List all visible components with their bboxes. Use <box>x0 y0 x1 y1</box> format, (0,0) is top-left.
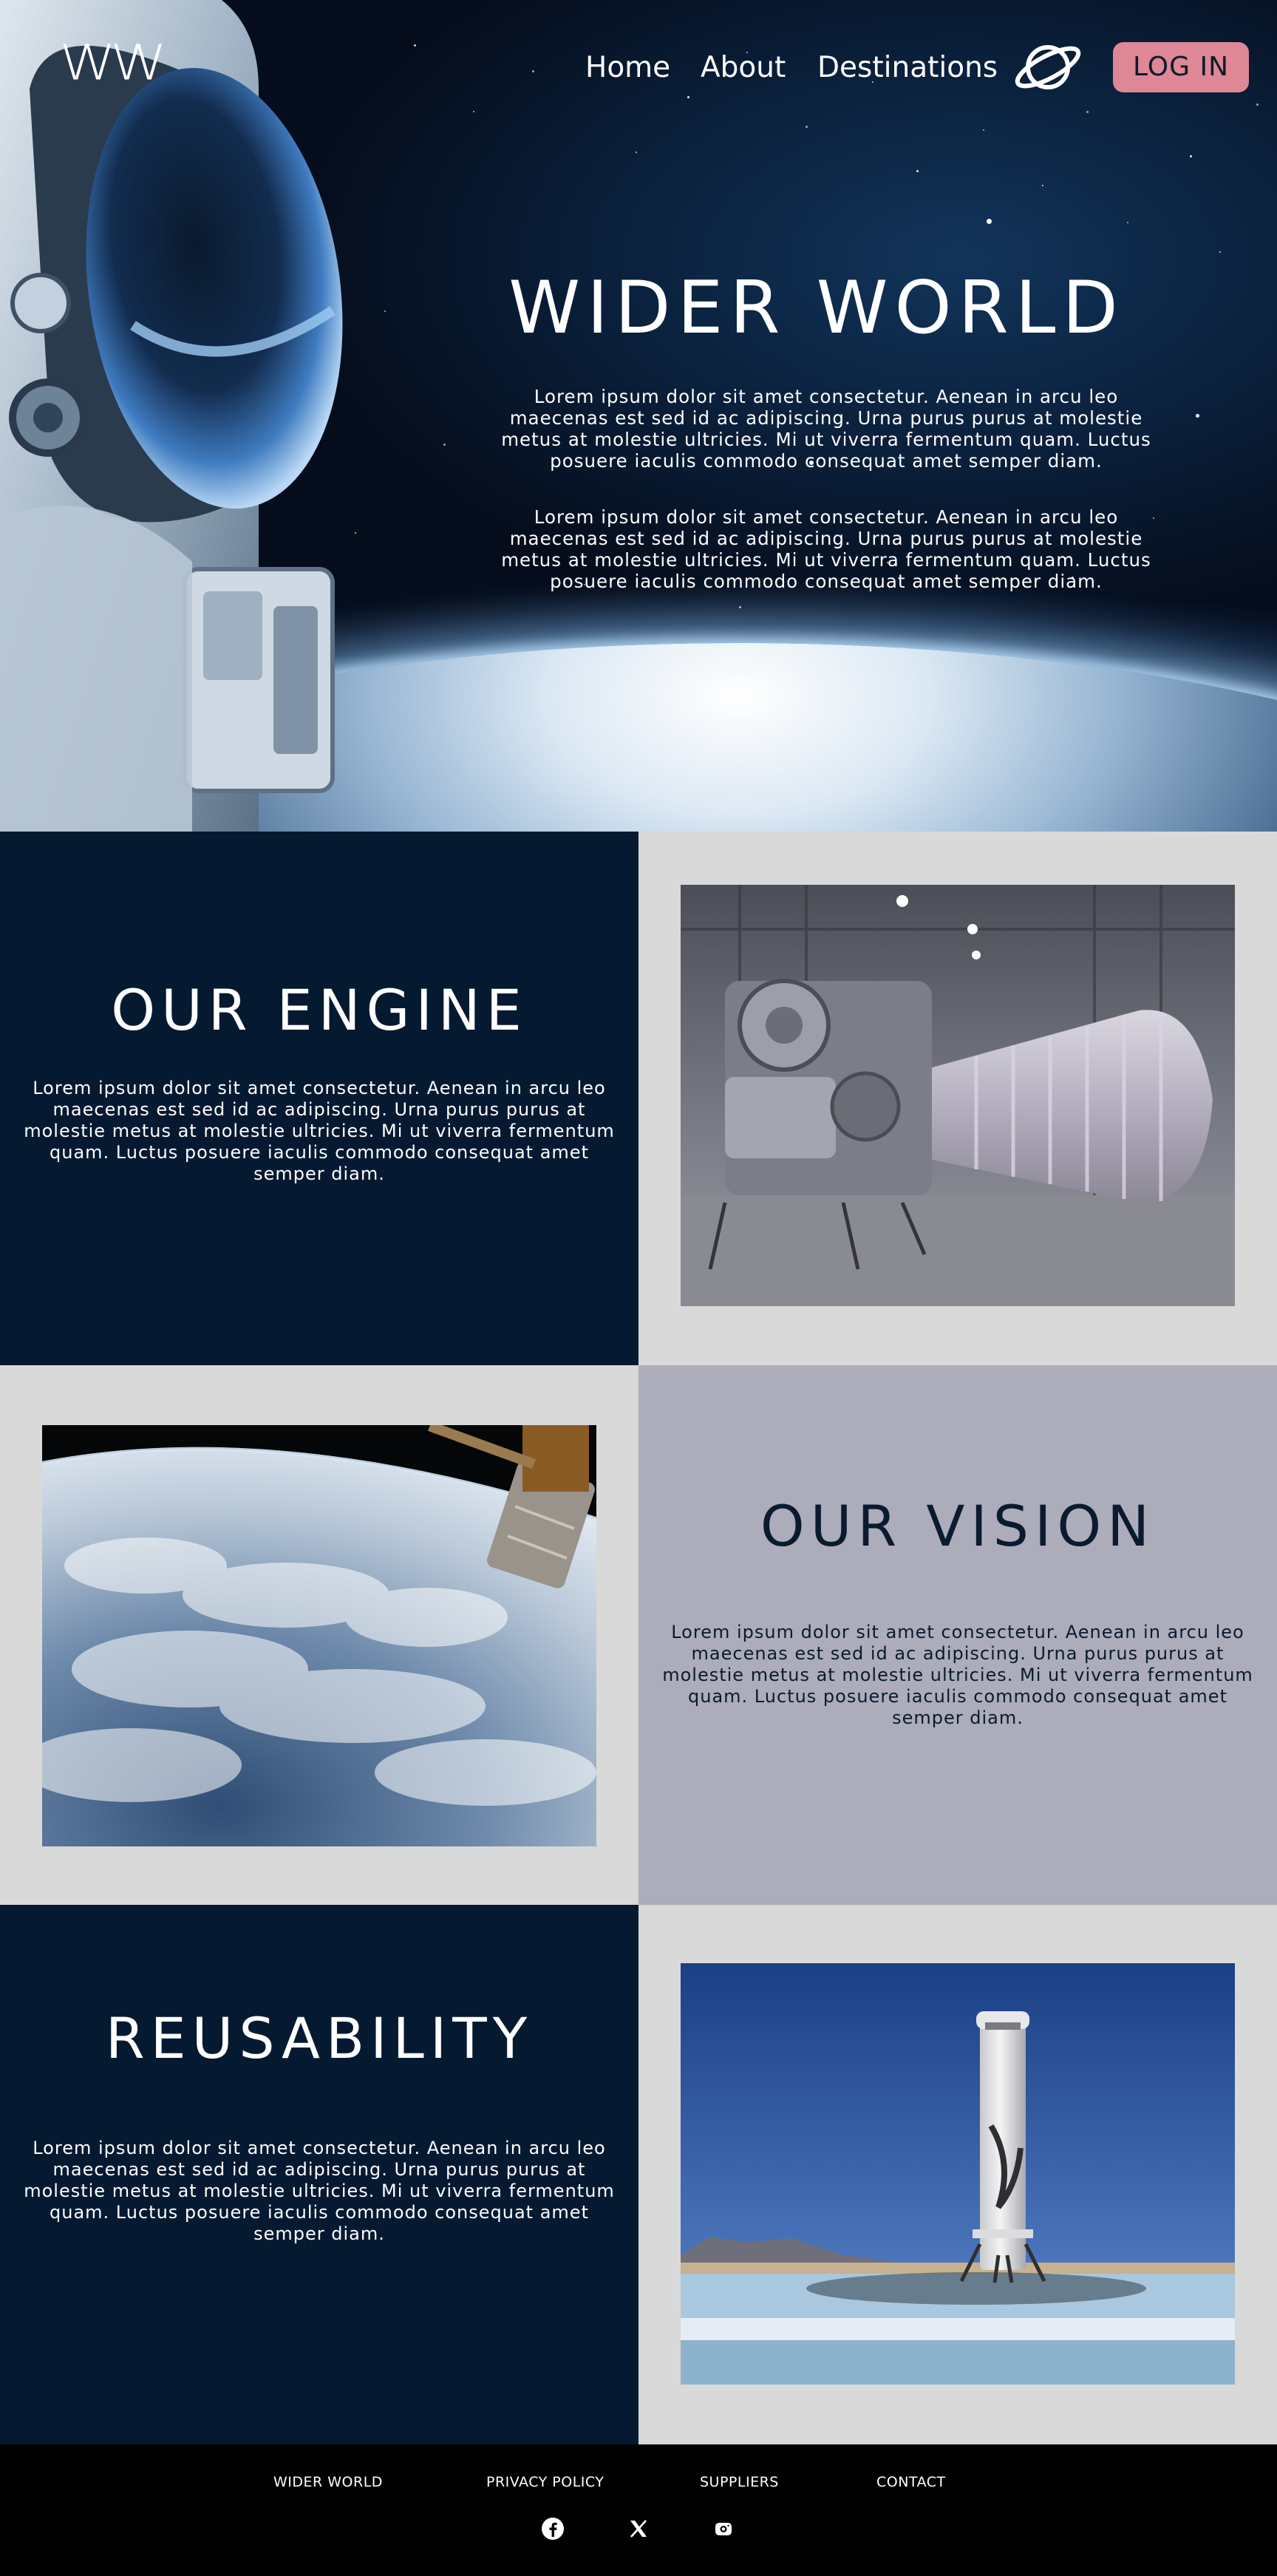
planet-icon[interactable] <box>1014 35 1083 98</box>
footer-link-suppliers[interactable]: SUPPLIERS <box>700 2474 779 2490</box>
vision-image-panel <box>0 1365 638 1905</box>
reusability-image-panel <box>638 1905 1277 2444</box>
nav-home-link[interactable]: Home <box>585 50 670 86</box>
footer-link-contact[interactable]: CONTACT <box>876 2474 946 2490</box>
section-title: REUSABILITY <box>105 2005 534 2071</box>
hero-title: WIDER WORLD <box>508 266 1125 350</box>
instagram-icon[interactable] <box>712 2517 735 2541</box>
footer-link-privacy-policy[interactable]: PRIVACY POLICY <box>486 2474 604 2490</box>
earth-from-orbit-photo <box>42 1425 596 1846</box>
section-paragraph: Lorem ipsum dolor sit amet consectetur. … <box>662 1622 1253 1728</box>
engine-image-panel <box>638 832 1277 1365</box>
hero-section: WW Home About Destinations LOG IN WIDER … <box>0 0 1277 832</box>
rocket-engine-photo <box>681 885 1235 1306</box>
vision-text-panel: OUR VISION Lorem ipsum dolor sit amet co… <box>638 1365 1277 1905</box>
nav-about-link[interactable]: About <box>701 50 786 86</box>
section-title: OUR VISION <box>760 1493 1156 1559</box>
landed-rocket-booster-photo <box>681 1963 1235 2385</box>
section-title: OUR ENGINE <box>111 977 528 1043</box>
nav-destinations-link[interactable]: Destinations <box>817 50 998 86</box>
section-paragraph: Lorem ipsum dolor sit amet consectetur. … <box>24 1078 615 1184</box>
engine-text-panel: OUR ENGINE Lorem ipsum dolor sit amet co… <box>0 832 638 1365</box>
astronaut-illustration <box>0 0 343 832</box>
login-button[interactable]: LOG IN <box>1113 42 1249 92</box>
site-logo[interactable]: WW <box>59 38 167 87</box>
hero-paragraph: Lorem ipsum dolor sit amet consectetur. … <box>501 506 1151 592</box>
x-icon[interactable] <box>627 2517 650 2541</box>
hero-paragraph: Lorem ipsum dolor sit amet consectetur. … <box>501 386 1151 472</box>
reusability-text-panel: REUSABILITY Lorem ipsum dolor sit amet c… <box>0 1905 638 2444</box>
site-footer: WIDER WORLD PRIVACY POLICY SUPPLIERS CON… <box>0 2444 1277 2576</box>
page: WW Home About Destinations LOG IN WIDER … <box>0 0 1277 2576</box>
facebook-icon[interactable] <box>541 2517 565 2541</box>
footer-link-wider-world[interactable]: WIDER WORLD <box>273 2474 383 2490</box>
section-paragraph: Lorem ipsum dolor sit amet consectetur. … <box>24 2138 615 2244</box>
